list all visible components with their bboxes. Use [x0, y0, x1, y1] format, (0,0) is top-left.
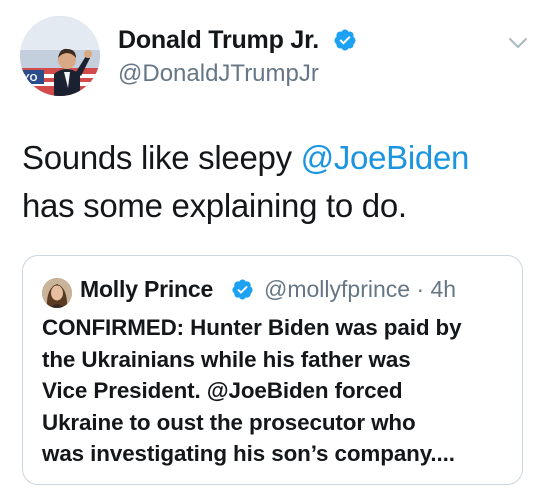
chevron-down-icon[interactable] [508, 36, 528, 50]
quoted-text-line: the Ukrainians while his father was [42, 346, 411, 372]
quoted-author-handle[interactable]: @mollyfprince [264, 276, 410, 302]
quoted-author-avatar[interactable] [42, 278, 72, 308]
svg-text:YO: YO [23, 73, 38, 84]
avatar-image: YO [20, 16, 100, 96]
quoted-text-line: Ukraine to oust the prosecutor who [42, 409, 416, 435]
tweet-text-line-1: Sounds like sleepy @JoeBiden [22, 134, 532, 182]
tweet-text: Sounds like sleepy @JoeBiden has some ex… [22, 134, 532, 230]
author-handle[interactable]: @DonaldJTrumpJr [118, 60, 319, 88]
tweet-text-part: Sounds like sleepy [22, 139, 301, 176]
quoted-text-line: was investigating his son’s company.... [42, 441, 455, 466]
author-name[interactable]: Donald Trump Jr. [118, 26, 319, 55]
quoted-timestamp[interactable]: · 4h [416, 276, 456, 302]
avatar-image [42, 278, 72, 308]
quoted-author-handle-and-time[interactable]: @mollyfprince · 4h [264, 276, 456, 303]
quoted-tweet-card[interactable]: Molly Prince @mollyfprince · 4h CONFIRME… [22, 255, 523, 485]
mention-link[interactable]: @JoeBiden [301, 139, 470, 176]
quoted-author-name[interactable]: Molly Prince [80, 276, 213, 303]
tweet: YO Donald Trump Jr. @DonaldJTrumpJr Soun… [0, 0, 547, 500]
quoted-text-line: CONFIRMED: Hunter Biden was paid by [42, 315, 462, 340]
tweet-text-line-2: has some explaining to do. [22, 187, 407, 224]
author-avatar[interactable]: YO [20, 16, 100, 96]
verified-icon [232, 279, 253, 300]
verified-icon [334, 29, 356, 51]
quoted-text-line: Vice President. @JoeBiden forced [42, 378, 403, 403]
quoted-tweet-text: CONFIRMED: Hunter Biden was paid by the … [42, 312, 512, 470]
